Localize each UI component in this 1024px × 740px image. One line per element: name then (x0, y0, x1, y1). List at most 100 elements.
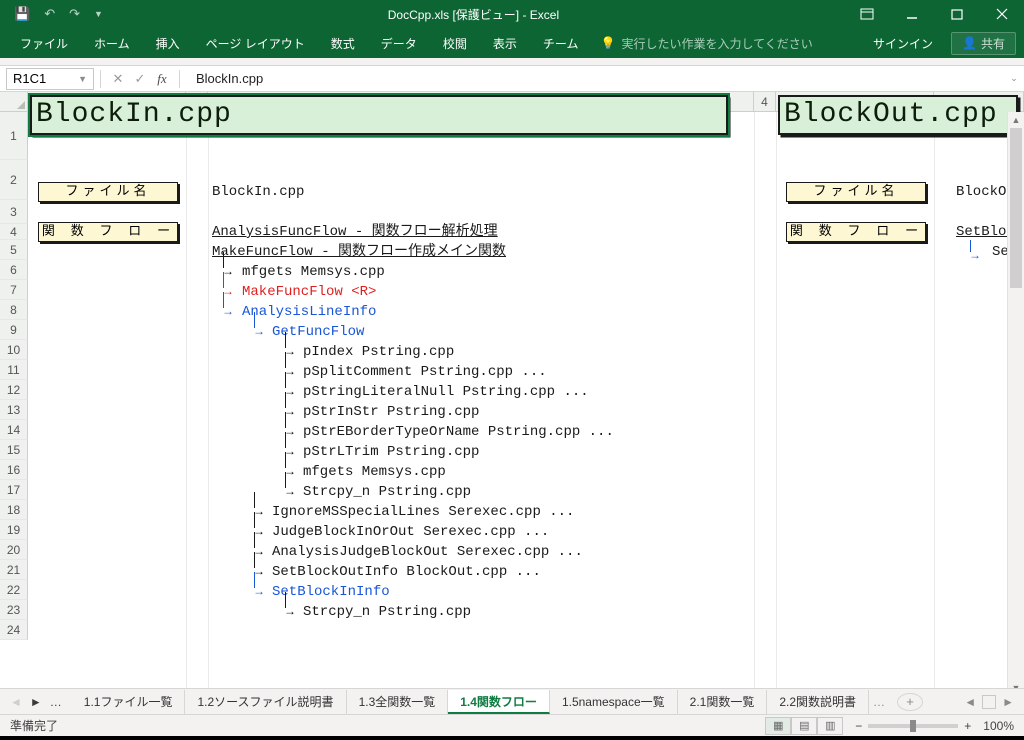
cell-r20[interactable]: JudgeBlockInOrOut Serexec.cpp ... (272, 522, 549, 542)
redo-icon[interactable]: ↷ (69, 6, 80, 22)
row-header[interactable]: 24 (0, 620, 28, 640)
row-header[interactable]: 21 (0, 560, 28, 580)
cell-r15[interactable]: pStrEBorderTypeOrName Pstring.cpp ... (303, 422, 614, 442)
scroll-thumb[interactable] (1010, 128, 1022, 288)
share-button[interactable]: 👤 共有 (951, 32, 1016, 55)
sheet-tab[interactable]: 2.1関数一覧 (678, 690, 768, 714)
sheet-tab[interactable]: 1.1ファイル一覧 (72, 690, 186, 714)
tab-insert[interactable]: 挿入 (144, 28, 192, 58)
sheet-overflow-icon[interactable]: … (869, 695, 889, 709)
cell-r9[interactable]: AnalysisLineInfo (242, 302, 376, 322)
save-icon[interactable]: 💾 (14, 6, 30, 22)
hscroll-right-icon[interactable]: ► (1002, 695, 1014, 709)
zoom-out-icon[interactable]: − (855, 719, 862, 733)
enter-formula-icon[interactable]: ✓ (129, 71, 151, 87)
row-header[interactable]: 3 (0, 200, 28, 224)
cell-r24[interactable]: Strcpy_n Pstring.cpp (303, 602, 471, 622)
cell-r22[interactable]: SetBlockOutInfo BlockOut.cpp ... (272, 562, 541, 582)
maximize-icon[interactable] (934, 0, 979, 28)
cell-r11[interactable]: pIndex Pstring.cpp (303, 342, 454, 362)
header-blockout[interactable]: BlockOut.cpp (778, 95, 1018, 135)
row-header[interactable]: 2 (0, 160, 28, 200)
cell-r23[interactable]: SetBlockInInfo (272, 582, 390, 602)
zoom-value[interactable]: 100% (983, 719, 1014, 733)
row-header[interactable]: 18 (0, 500, 28, 520)
hscroll-track[interactable] (982, 695, 996, 709)
sheet-tab[interactable]: 1.3全関数一覧 (347, 690, 449, 714)
row-header[interactable]: 8 (0, 300, 28, 320)
cell-r19[interactable]: IgnoreMSSpecialLines Serexec.cpp ... (272, 502, 574, 522)
cell-r8[interactable]: MakeFuncFlow <R> (242, 282, 376, 302)
sheet-nav-first-icon[interactable]: ◄ (10, 695, 22, 709)
cell-r17[interactable]: mfgets Memsys.cpp (303, 462, 446, 482)
sheet-nav-more-icon[interactable]: … (50, 695, 62, 709)
formula-input[interactable]: BlockIn.cpp (186, 71, 1004, 86)
zoom-slider-track[interactable] (868, 724, 958, 728)
zoom-in-icon[interactable]: + (964, 719, 971, 733)
signin-link[interactable]: サインイン (873, 35, 933, 52)
row-header[interactable]: 13 (0, 400, 28, 420)
row-header[interactable]: 6 (0, 260, 28, 280)
tab-file[interactable]: ファイル (8, 28, 80, 58)
tab-team[interactable]: チーム (531, 28, 591, 58)
vertical-scrollbar[interactable]: ▲ ▼ (1007, 112, 1024, 696)
tab-review[interactable]: 校閲 (431, 28, 479, 58)
header-blockin[interactable]: BlockIn.cpp (30, 95, 728, 135)
tab-pagelayout[interactable]: ページ レイアウト (194, 28, 317, 58)
sheet-nav-next-icon[interactable]: ► (30, 695, 42, 709)
cell-r16[interactable]: pStrLTrim Pstring.cpp (303, 442, 479, 462)
row-header[interactable]: 4 (0, 224, 28, 240)
row-header[interactable]: 22 (0, 580, 28, 600)
row-header[interactable]: 17 (0, 480, 28, 500)
view-pagelayout-icon[interactable]: ▤ (791, 717, 817, 735)
row-header[interactable]: 20 (0, 540, 28, 560)
row-header[interactable]: 14 (0, 420, 28, 440)
cell-r21[interactable]: AnalysisJudgeBlockOut Serexec.cpp ... (272, 542, 583, 562)
cancel-formula-icon[interactable]: ✕ (107, 71, 129, 87)
minimize-icon[interactable] (889, 0, 934, 28)
cell-c3r3[interactable]: BlockIn.cpp (212, 182, 304, 202)
view-normal-icon[interactable]: ▦ (765, 717, 791, 735)
ribbon-display-icon[interactable] (844, 0, 889, 28)
sheet-tab[interactable]: 1.4関数フロー (448, 690, 550, 714)
tab-view[interactable]: 表示 (481, 28, 529, 58)
formula-expand-icon[interactable]: ⌄ (1004, 73, 1024, 84)
row-header[interactable]: 7 (0, 280, 28, 300)
undo-icon[interactable]: ↶ (44, 6, 55, 22)
close-icon[interactable] (979, 0, 1024, 28)
qat-dropdown-icon[interactable]: ▼ (94, 9, 103, 19)
tab-formulas[interactable]: 数式 (319, 28, 367, 58)
view-pagebreak-icon[interactable]: ▥ (817, 717, 843, 735)
hscroll-left-icon[interactable]: ◄ (964, 695, 976, 709)
row-header[interactable]: 19 (0, 520, 28, 540)
cell-r13[interactable]: pStringLiteralNull Pstring.cpp ... (303, 382, 589, 402)
scroll-up-icon[interactable]: ▲ (1008, 112, 1024, 128)
fx-icon[interactable]: fx (151, 71, 173, 87)
cell-r12[interactable]: pSplitComment Pstring.cpp ... (303, 362, 547, 382)
sheet-tab[interactable]: 1.5namespace一覧 (550, 690, 678, 714)
row-header[interactable]: 1 (0, 112, 28, 160)
tab-data[interactable]: データ (369, 28, 429, 58)
name-box-dropdown-icon[interactable]: ▼ (78, 74, 87, 84)
sheet-tab[interactable]: 1.2ソースファイル説明書 (185, 690, 346, 714)
row-header[interactable]: 10 (0, 340, 28, 360)
cell-r5[interactable]: AnalysisFuncFlow - 関数フロー解析処理 (212, 222, 498, 242)
select-all-corner[interactable] (0, 92, 28, 111)
cell-r6[interactable]: MakeFuncFlow - 関数フロー作成メイン関数 (212, 242, 506, 262)
row-header[interactable]: 23 (0, 600, 28, 620)
name-box[interactable]: R1C1 ▼ (6, 68, 94, 90)
row-header[interactable]: 12 (0, 380, 28, 400)
row-header[interactable]: 5 (0, 240, 28, 260)
cell-r18[interactable]: Strcpy_n Pstring.cpp (303, 482, 471, 502)
row-header[interactable]: 15 (0, 440, 28, 460)
row-header[interactable]: 16 (0, 460, 28, 480)
cell-r14[interactable]: pStrInStr Pstring.cpp (303, 402, 479, 422)
tell-me-search[interactable]: 💡 実行したい作業を入力してください (600, 35, 812, 52)
sheet-tab[interactable]: 2.2関数説明書 (767, 690, 869, 714)
col-header-4[interactable]: 4 (754, 92, 776, 111)
tab-home[interactable]: ホーム (82, 28, 142, 58)
row-header[interactable]: 9 (0, 320, 28, 340)
cell-r7[interactable]: mfgets Memsys.cpp (242, 262, 385, 282)
row-header[interactable]: 11 (0, 360, 28, 380)
add-sheet-button[interactable]: + (897, 693, 923, 711)
